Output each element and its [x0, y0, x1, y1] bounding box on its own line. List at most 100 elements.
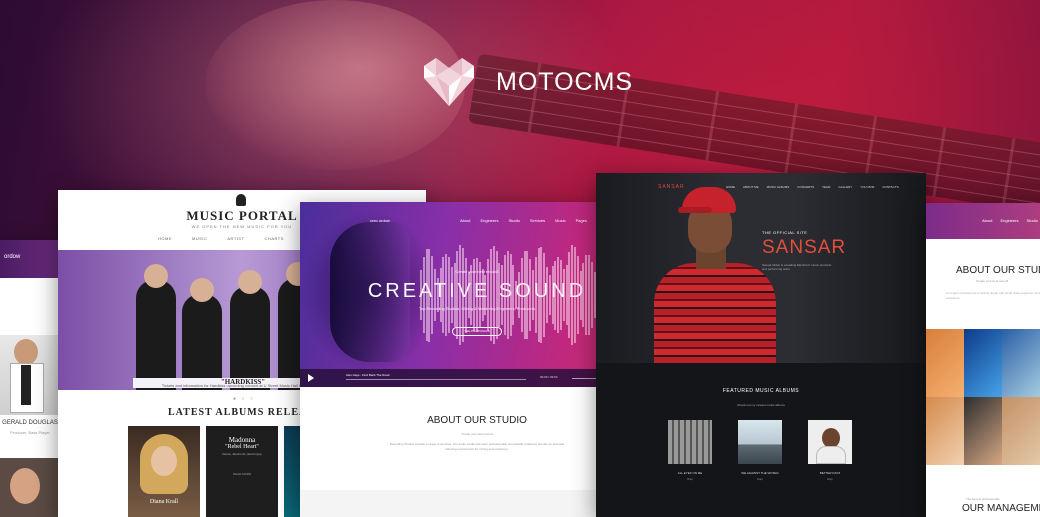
player-track: Alex Hays - Find Back The Road: [346, 373, 390, 377]
sansar-nav-item[interactable]: CONCERTS: [797, 185, 814, 189]
sound-wave-bar: [532, 270, 534, 320]
grid-photo[interactable]: [1002, 397, 1040, 465]
sound-wave-bar: [448, 257, 450, 333]
sound-wave-bar: [487, 259, 490, 331]
album-artist: Diana Krall: [149, 499, 179, 505]
album-title: WE AGAINST THE WORLD: [741, 471, 779, 475]
creative-nav-item[interactable]: Services: [530, 218, 545, 223]
album-genre: Rap: [827, 477, 833, 481]
sound-wave-bar: [498, 262, 501, 328]
album-cover[interactable]: [668, 420, 712, 464]
sound-wave-bar: [520, 258, 523, 332]
sound-wave-bar: [557, 256, 560, 334]
sound-wave-bar: [459, 245, 462, 345]
motocms-heart-icon: [424, 58, 474, 106]
album-card[interactable]: Diana Krall: [128, 426, 200, 517]
sound-wave-bar: [431, 255, 434, 335]
photo-grid: [926, 329, 1040, 465]
sansar-nav-item[interactable]: TEAM: [822, 185, 830, 189]
album-genre: Rap: [757, 477, 763, 481]
sound-wave-bar: [453, 263, 456, 327]
right-nav-item[interactable]: Studio: [1026, 218, 1037, 223]
creative-nav-item[interactable]: Music: [555, 218, 565, 223]
slider-dots[interactable]: ● ○ ○: [233, 396, 255, 402]
sound-wave-bar: [518, 272, 520, 318]
sansar-nav-item[interactable]: CONTACTS: [882, 185, 898, 189]
sound-wave-bar: [565, 264, 568, 326]
sansar-nav-item[interactable]: ABOUT ME: [743, 185, 759, 189]
album-cover[interactable]: [808, 420, 852, 464]
sound-wave-bar: [492, 246, 495, 344]
album-cover[interactable]: [738, 420, 782, 464]
sound-wave-bar: [467, 272, 470, 318]
portal-nav-item[interactable]: MUSIC: [192, 236, 207, 241]
grid-photo[interactable]: [964, 397, 1002, 465]
sound-wave-bar: [548, 274, 551, 316]
sound-wave-bar: [434, 269, 436, 321]
read-more-link[interactable]: READ MORE: [206, 472, 278, 476]
album-genre: Rap: [687, 477, 693, 481]
grid-photo[interactable]: [926, 397, 964, 465]
grid-photo[interactable]: [1002, 329, 1040, 397]
grid-photo[interactable]: [964, 329, 1002, 397]
sound-wave-bar: [526, 251, 529, 339]
template-preview-sansar[interactable]: SANSAR HOME ABOUT ME MUSIC ALBUMS CONCER…: [596, 173, 926, 517]
left-preview-header: ordow: [0, 240, 58, 278]
featured-albums-title: FEATURED MUSIC ALBUMS: [722, 388, 800, 394]
sansar-nav-item[interactable]: MUSIC ALBUMS: [767, 185, 790, 189]
brand-name: MOTOCMS: [496, 67, 634, 96]
featured-albums-subtitle: Check out my newest music albums: [737, 403, 785, 407]
creative-logo[interactable]: creo ordow: [370, 218, 390, 223]
sansar-nav-item[interactable]: HOME: [726, 185, 735, 189]
sound-wave-bar: [582, 262, 585, 328]
sound-wave-bar: [428, 248, 431, 342]
play-icon[interactable]: [308, 374, 314, 382]
sound-wave-bar: [554, 260, 557, 330]
sound-wave-bar: [478, 262, 481, 329]
sound-wave-bar: [529, 258, 532, 332]
player-progress[interactable]: [346, 379, 526, 380]
sansar-description: Sansar Music is a leading Electronic mus…: [762, 263, 832, 271]
sound-wave-bar: [470, 265, 473, 325]
album-card[interactable]: Madonna "Rebel Heart" Dance, Electronic,…: [206, 426, 278, 517]
right-about-text: A modern professional recording studio w…: [946, 291, 1040, 300]
creative-nav-item[interactable]: Engineers: [480, 218, 498, 223]
right-nav-item[interactable]: Engineers: [1000, 218, 1018, 223]
management-kicker: The best of professionals: [966, 497, 1000, 501]
right-nav-item[interactable]: About: [982, 218, 992, 223]
template-preview-left[interactable]: ordow GERALD DOUGLAS Producer, Bass Play…: [0, 240, 58, 517]
sound-wave-bar: [534, 256, 537, 334]
album-title: ALL EYEZ ON ME: [677, 471, 703, 475]
template-preview-right[interactable]: About Engineers Studio ABOUT OUR STUDIO …: [926, 203, 1040, 517]
sound-wave-bar: [571, 245, 574, 345]
album-genre: Dance, Electronic, Electropop: [222, 452, 262, 456]
sound-wave-bar: [560, 260, 562, 330]
sansar-nav-item[interactable]: YOU PRIZ: [860, 185, 874, 189]
sound-wave-bar: [576, 256, 579, 334]
sound-wave-bar: [590, 262, 593, 328]
management-title: OUR MANAGEMENT: [962, 503, 1040, 514]
grid-photo[interactable]: [926, 329, 964, 397]
sansar-logo[interactable]: SANSAR: [658, 184, 685, 190]
sound-wave-bar: [546, 266, 548, 324]
portal-nav-item[interactable]: CHARTS: [265, 236, 284, 241]
portal-nav-item[interactable]: ARTIST: [227, 236, 244, 241]
creative-nav-item[interactable]: Pages: [576, 218, 587, 223]
sound-wave-bar: [543, 253, 546, 337]
right-preview-nav: About Engineers Studio: [982, 218, 1038, 223]
portal-nav-item[interactable]: HOME: [158, 236, 172, 241]
sound-wave-bar: [490, 248, 492, 342]
album-title: BETTER DAYZ: [819, 471, 841, 475]
sansar-nav-item[interactable]: GALLERY: [838, 185, 852, 189]
person-role: Producer, Bass Player: [10, 430, 50, 435]
sound-wave-bar: [476, 258, 478, 332]
sound-wave-bar: [420, 270, 422, 320]
creative-nav: About Engineers Studio Services Music Pa…: [460, 218, 613, 223]
creative-nav-item[interactable]: Studio: [508, 218, 519, 223]
creative-nav-item[interactable]: About: [460, 218, 470, 223]
brand-logo[interactable]: MOTOCMS: [422, 56, 633, 108]
sound-wave-bar: [540, 246, 543, 344]
person-name: GERALD DOUGLAS: [2, 420, 58, 426]
sound-wave-bar: [509, 254, 512, 336]
sound-wave-bar: [562, 269, 565, 321]
